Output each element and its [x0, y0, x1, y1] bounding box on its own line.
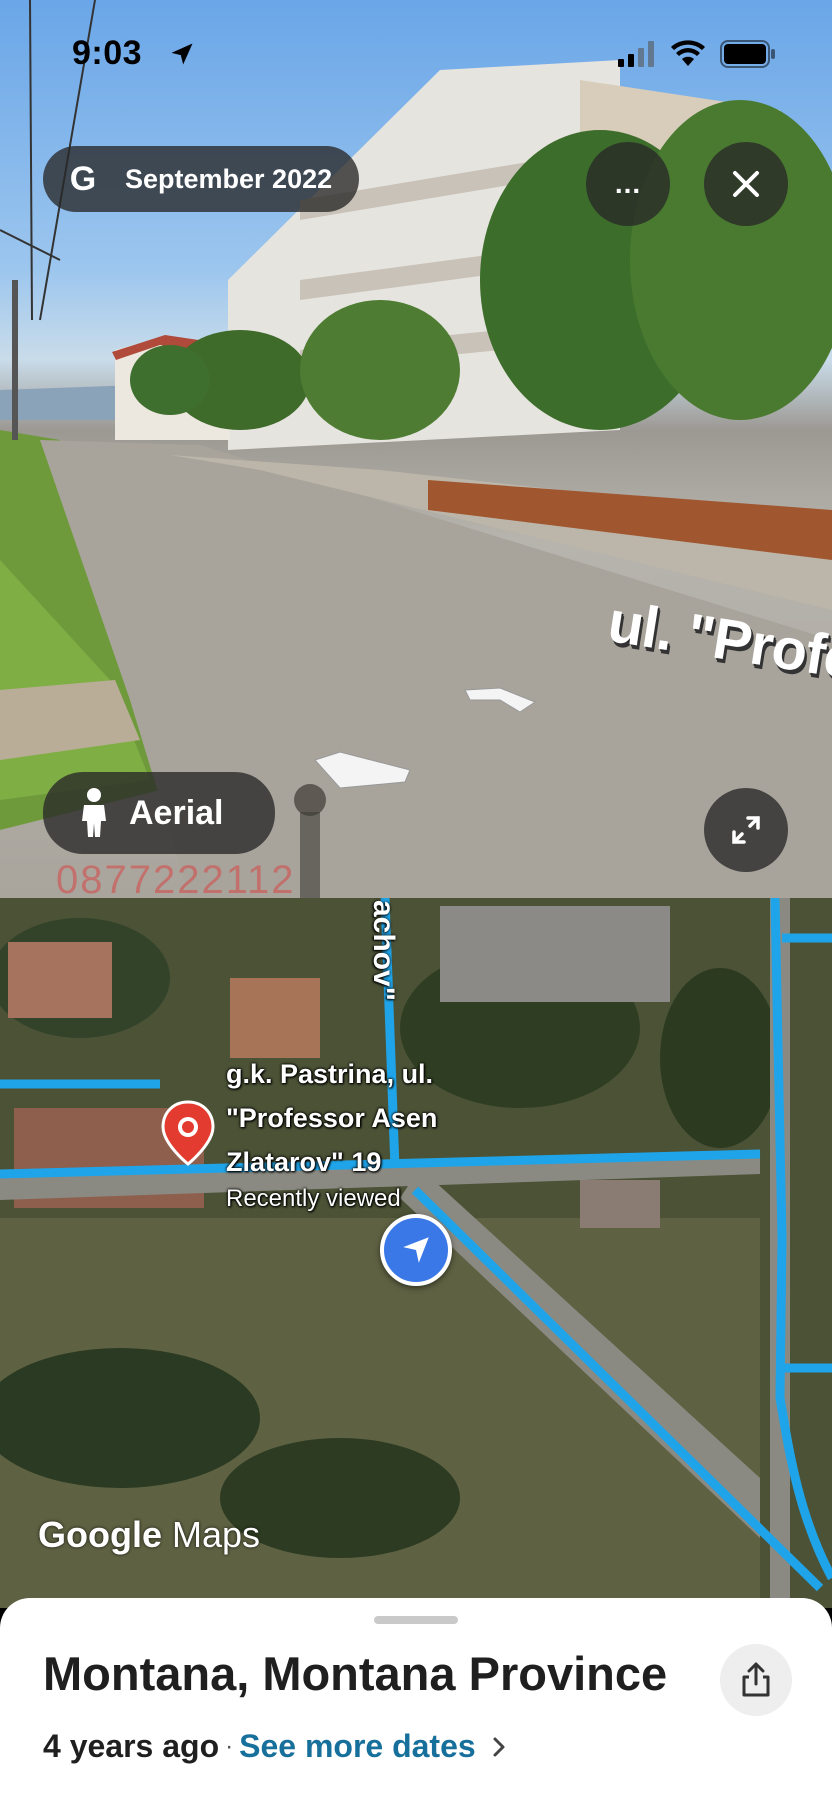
close-icon [733, 171, 759, 197]
direction-arrow-icon [403, 1237, 429, 1263]
chevron-right-icon[interactable] [492, 1736, 506, 1758]
see-more-dates-link[interactable]: See more dates [239, 1728, 476, 1765]
google-g-icon: G [69, 159, 97, 198]
status-time: 9:03 [72, 34, 143, 72]
street-view-panorama[interactable]: 9:03 G September 2022 ... ul. "Profe Aer… [0, 0, 832, 898]
cellular-signal-icon [618, 41, 654, 67]
separator: · [225, 1732, 234, 1760]
capture-date-button[interactable]: G September 2022 [43, 146, 359, 212]
location-pin-icon[interactable] [160, 1100, 216, 1166]
wifi-icon [671, 40, 705, 66]
place-label[interactable]: g.k. Pastrina, ul. "Professor Asen Zlata… [226, 1052, 437, 1214]
share-icon [742, 1662, 770, 1697]
fullscreen-button[interactable] [704, 788, 788, 872]
capture-date-label: September 2022 [125, 163, 333, 194]
pegman-icon [82, 788, 106, 837]
aerial-toggle-button[interactable]: Aerial [43, 772, 275, 854]
more-options-button[interactable]: ... [586, 142, 670, 226]
location-arrow-icon [171, 43, 193, 65]
sheet-drag-handle[interactable] [374, 1616, 458, 1624]
phone-watermark: 0877222112 [56, 858, 296, 898]
battery-icon [720, 40, 775, 68]
place-label-line-2: "Professor Asen [226, 1103, 438, 1133]
location-title: Montana, Montana Province [43, 1647, 668, 1700]
share-button[interactable] [720, 1644, 792, 1716]
place-label-line-3: Zlatarov" 19 [226, 1147, 382, 1177]
bottom-sheet[interactable]: Montana, Montana Province 4 years ago · … [0, 1598, 832, 1800]
recently-viewed-label: Recently viewed [226, 1185, 401, 1212]
expand-icon [732, 816, 760, 844]
maps-wordmark: Maps [172, 1514, 261, 1555]
road-name-label: achov" [367, 900, 400, 1001]
place-label-line-1: g.k. Pastrina, ul. [226, 1059, 434, 1089]
capture-age: 4 years ago [43, 1728, 220, 1764]
street-view-scene [0, 0, 832, 898]
street-view-position-marker[interactable] [380, 1214, 452, 1286]
more-options-icon: ... [614, 168, 642, 199]
google-maps-logo: Google Maps [38, 1514, 260, 1556]
aerial-label: Aerial [129, 793, 224, 832]
google-wordmark: Google [38, 1514, 162, 1555]
status-icons [618, 40, 776, 68]
capture-age-row: 4 years ago · See more dates [43, 1728, 506, 1765]
close-button[interactable] [704, 142, 788, 226]
